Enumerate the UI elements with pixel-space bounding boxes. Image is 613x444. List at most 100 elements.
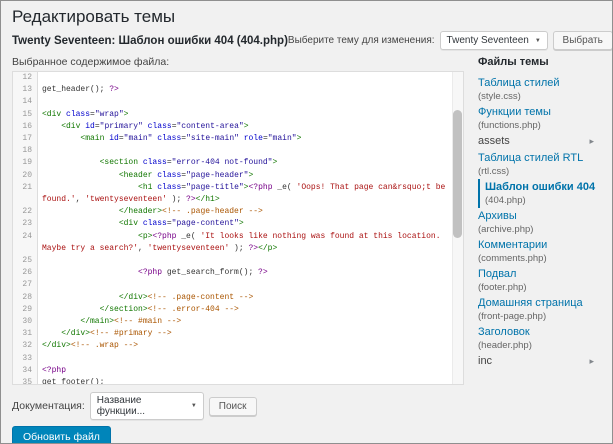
file-label: Подвал bbox=[478, 268, 597, 281]
code-editor[interactable]: 1213get_header(); ?>1415<div class="wrap… bbox=[12, 71, 464, 385]
line-number: 26 bbox=[13, 267, 37, 279]
documentation-label: Документация: bbox=[12, 400, 85, 412]
line-number: 19 bbox=[13, 157, 37, 169]
code-text: <p><?php _e( 'It looks like nothing was … bbox=[37, 231, 463, 255]
code-line: 17 <main id="main" class="site-main" rol… bbox=[13, 133, 463, 145]
submit-row: Обновить файл bbox=[12, 426, 601, 444]
page-title: Редактировать темы bbox=[12, 7, 601, 27]
code-line: 25 bbox=[13, 255, 463, 267]
theme-files-sidebar: Файлы темы Таблица стилей(style.css)Функ… bbox=[478, 56, 601, 385]
select-theme-button[interactable]: Выбрать bbox=[553, 31, 613, 50]
theme-editor-page: Редактировать темы Twenty Seventeen: Шаб… bbox=[0, 0, 613, 444]
file-name: (front-page.php) bbox=[478, 311, 597, 322]
code-line: 24 <p><?php _e( 'It looks like nothing w… bbox=[13, 231, 463, 255]
line-number: 18 bbox=[13, 145, 37, 157]
current-theme-subtitle: Twenty Seventeen: Шаблон ошибки 404 (404… bbox=[12, 35, 288, 47]
sidebar-file-item[interactable]: Таблица стилей(style.css) bbox=[478, 75, 601, 104]
line-number: 34 bbox=[13, 365, 37, 377]
sidebar-folder-assets[interactable]: assets ▸ bbox=[478, 133, 601, 150]
lookup-button[interactable]: Поиск bbox=[209, 397, 257, 416]
sidebar-file-item[interactable]: Подвал(footer.php) bbox=[478, 266, 601, 295]
file-label: Комментарии bbox=[478, 239, 597, 252]
editor-scrollbar[interactable] bbox=[452, 72, 463, 384]
code-line: 32</div><!-- .wrap --> bbox=[13, 340, 463, 352]
code-text: <main id="main" class="site-main" role="… bbox=[37, 133, 463, 145]
file-label: Заголовок bbox=[478, 326, 597, 339]
file-label: Таблица стилей bbox=[478, 77, 597, 90]
code-text: <div class="page-content"> bbox=[37, 218, 463, 230]
code-line: 20 <header class="page-header"> bbox=[13, 170, 463, 182]
code-line: 23 <div class="page-content"> bbox=[13, 218, 463, 230]
code-line: 27 bbox=[13, 279, 463, 291]
theme-select-value: Twenty Seventeen bbox=[447, 35, 529, 46]
line-number: 20 bbox=[13, 170, 37, 182]
sidebar-title: Файлы темы bbox=[478, 56, 601, 68]
code-line: 18 bbox=[13, 145, 463, 157]
code-text: <h1 class="page-title"><?php _e( 'Oops! … bbox=[37, 182, 463, 206]
line-number: 25 bbox=[13, 255, 37, 267]
file-label: assets bbox=[478, 135, 510, 148]
file-label: Архивы bbox=[478, 210, 597, 223]
line-number: 29 bbox=[13, 304, 37, 316]
line-number: 24 bbox=[13, 231, 37, 255]
line-number: 14 bbox=[13, 96, 37, 108]
sidebar-file-item[interactable]: Шаблон ошибки 404(404.php) bbox=[478, 179, 601, 208]
code-text: <section class="error-404 not-found"> bbox=[37, 157, 463, 169]
theme-bar: Twenty Seventeen: Шаблон ошибки 404 (404… bbox=[12, 31, 601, 50]
code-text: </div><!-- .wrap --> bbox=[37, 340, 463, 352]
code-text bbox=[37, 279, 463, 291]
file-name: (404.php) bbox=[485, 195, 597, 206]
code-line: 34<?php bbox=[13, 365, 463, 377]
code-text bbox=[37, 72, 463, 84]
file-name: (archive.php) bbox=[478, 224, 597, 235]
folder-expand-icon: ▸ bbox=[589, 355, 594, 368]
main-area: Выбранное содержимое файла: 1213get_head… bbox=[12, 56, 601, 385]
line-number: 21 bbox=[13, 182, 37, 206]
update-file-button[interactable]: Обновить файл bbox=[12, 426, 111, 444]
code-text bbox=[37, 353, 463, 365]
file-name: (header.php) bbox=[478, 340, 597, 351]
chevron-down-icon: ▼ bbox=[191, 403, 197, 409]
code-lines: 1213get_header(); ?>1415<div class="wrap… bbox=[13, 72, 463, 385]
code-text: <?php get_search_form(); ?> bbox=[37, 267, 463, 279]
file-name: (footer.php) bbox=[478, 282, 597, 293]
theme-files-list: Таблица стилей(style.css)Функции темы(fu… bbox=[478, 75, 601, 370]
code-line: 22 </header><!-- .page-header --> bbox=[13, 206, 463, 218]
code-line: 21 <h1 class="page-title"><?php _e( 'Oop… bbox=[13, 182, 463, 206]
scrollbar-thumb[interactable] bbox=[453, 110, 462, 238]
theme-select-label: Выберите тему для изменения: bbox=[288, 35, 435, 46]
code-line: 33 bbox=[13, 353, 463, 365]
editor-label: Выбранное содержимое файла: bbox=[12, 56, 464, 68]
code-text: </div><!-- #primary --> bbox=[37, 328, 463, 340]
code-line: 31 </div><!-- #primary --> bbox=[13, 328, 463, 340]
sidebar-file-item[interactable]: Функции темы(functions.php) bbox=[478, 104, 601, 133]
chevron-down-icon: ▼ bbox=[535, 38, 541, 44]
line-number: 32 bbox=[13, 340, 37, 352]
folder-expand-icon: ▸ bbox=[589, 135, 594, 148]
sidebar-file-item[interactable]: Комментарии(comments.php) bbox=[478, 237, 601, 266]
code-text: </div><!-- .page-content --> bbox=[37, 292, 463, 304]
line-number: 13 bbox=[13, 84, 37, 96]
line-number: 31 bbox=[13, 328, 37, 340]
file-name: (style.css) bbox=[478, 91, 597, 102]
documentation-select-value: Название функции... bbox=[97, 395, 185, 417]
sidebar-folder-inc[interactable]: inc▸ bbox=[478, 353, 601, 370]
line-number: 17 bbox=[13, 133, 37, 145]
line-number: 16 bbox=[13, 121, 37, 133]
line-number: 33 bbox=[13, 353, 37, 365]
code-text: get_header(); ?> bbox=[37, 84, 463, 96]
code-line: 26 <?php get_search_form(); ?> bbox=[13, 267, 463, 279]
line-number: 23 bbox=[13, 218, 37, 230]
documentation-select[interactable]: Название функции... ▼ bbox=[90, 392, 204, 420]
file-name: (functions.php) bbox=[478, 120, 597, 131]
line-number: 30 bbox=[13, 316, 37, 328]
sidebar-file-item[interactable]: Заголовок(header.php) bbox=[478, 324, 601, 353]
code-text: <div id="primary" class="content-area"> bbox=[37, 121, 463, 133]
theme-select-controls: Выберите тему для изменения: Twenty Seve… bbox=[288, 31, 613, 50]
file-name: (comments.php) bbox=[478, 253, 597, 264]
sidebar-file-item[interactable]: Таблица стилей RTL(rtl.css) bbox=[478, 150, 601, 179]
theme-select[interactable]: Twenty Seventeen ▼ bbox=[440, 31, 548, 50]
code-line: 16 <div id="primary" class="content-area… bbox=[13, 121, 463, 133]
sidebar-file-item[interactable]: Домашняя страница(front-page.php) bbox=[478, 295, 601, 324]
sidebar-file-item[interactable]: Архивы(archive.php) bbox=[478, 208, 601, 237]
